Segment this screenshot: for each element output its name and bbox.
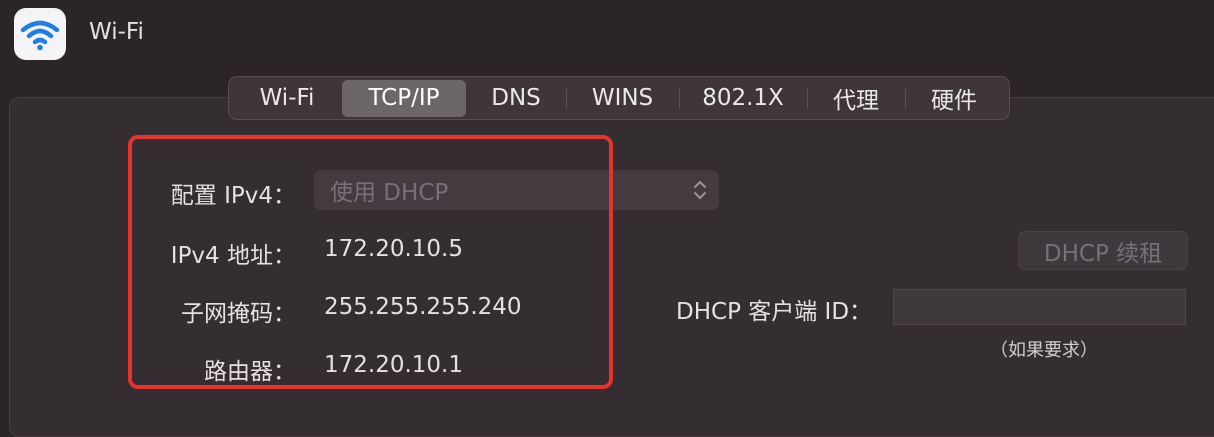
wifi-app-icon	[14, 8, 66, 60]
window-title: Wi-Fi	[89, 19, 144, 45]
configure-ipv4-label: 配置 IPv4：	[170, 183, 296, 209]
tab-8021x[interactable]: 802.1X	[679, 80, 807, 117]
tab-bar: Wi-Fi TCP/IP DNS WINS 802.1X 代理 硬件	[228, 76, 1010, 120]
wifi-icon	[20, 20, 60, 51]
dhcp-client-id-hint: （如果要求）	[990, 340, 1098, 361]
tab-dns[interactable]: DNS	[466, 80, 566, 117]
dhcp-renew-button[interactable]: DHCP 续租	[1018, 231, 1188, 270]
configure-ipv4-select[interactable]: 使用 DHCP	[314, 170, 719, 210]
router-label: 路由器：	[204, 359, 296, 385]
configure-ipv4-value: 使用 DHCP	[330, 180, 449, 206]
dhcp-client-id-label: DHCP 客户端 ID：	[676, 299, 873, 325]
tab-wifi[interactable]: Wi-Fi	[232, 80, 342, 117]
router-value: 172.20.10.1	[324, 352, 463, 378]
updown-chevron-icon	[694, 181, 706, 199]
tab-tcpip[interactable]: TCP/IP	[342, 79, 466, 117]
tab-wins[interactable]: WINS	[566, 80, 679, 117]
ipv4-address-value: 172.20.10.5	[324, 236, 463, 262]
tab-hardware[interactable]: 硬件	[905, 80, 1003, 117]
ipv4-address-label: IPv4 地址：	[170, 243, 296, 269]
subnet-mask-label: 子网掩码：	[181, 301, 296, 327]
tab-proxy[interactable]: 代理	[807, 80, 905, 117]
dhcp-client-id-input[interactable]	[893, 289, 1186, 325]
subnet-mask-value: 255.255.255.240	[324, 294, 522, 320]
